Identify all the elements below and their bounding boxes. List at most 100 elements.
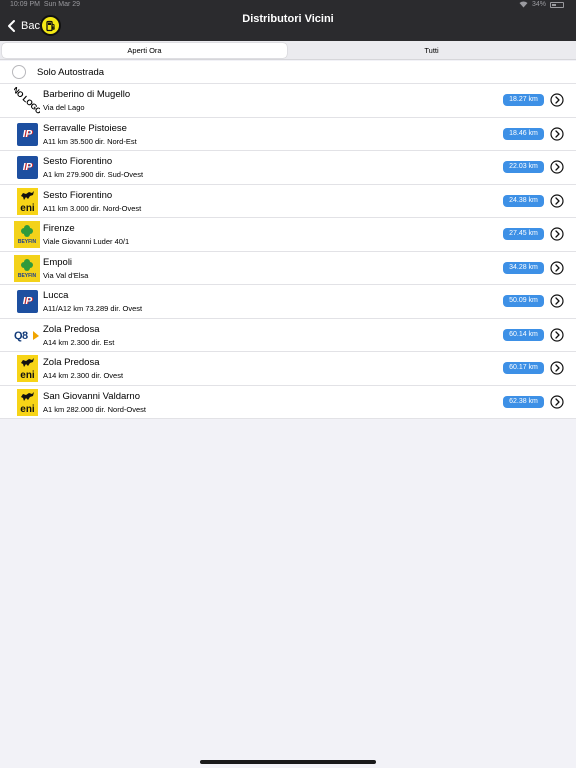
chevron-right-circle-icon[interactable] — [550, 193, 564, 208]
page-title: Distributori Vicini — [242, 13, 334, 25]
station-row[interactable]: BEYFIN Firenze Viale Giovanni Luder 40/1… — [0, 218, 576, 252]
distance-badge: 60.14 km — [503, 328, 544, 341]
station-row[interactable]: BEYFIN Empoli Via Val d'Elsa 34.28 km — [0, 252, 576, 285]
eni-logo-box: eni — [17, 187, 38, 215]
six-legged-dog-icon — [21, 358, 34, 367]
beyfin-logo-text: BEYFIN — [17, 239, 37, 245]
distance-badge: 34.28 km — [503, 261, 544, 274]
distance-badge: 27.45 km — [503, 228, 544, 240]
station-address: Via del Lago — [43, 103, 85, 112]
ip-logo-box: IP — [17, 156, 38, 179]
station-address: A11/A12 km 73.289 dir. Ovest — [43, 304, 143, 313]
station-name: Sesto Fiorentino — [43, 156, 113, 167]
wifi-icon — [519, 1, 528, 8]
segmented-control: Aperti Ora Tutti — [0, 41, 576, 60]
station-row[interactable]: eni San Giovanni Valdarno A1 km 282.000 … — [0, 386, 576, 419]
ip-logo-text: IP — [22, 296, 33, 307]
distance-badge: 18.46 km — [503, 127, 544, 140]
station-row[interactable]: NO LOGO Barberino di Mugello Via del Lag… — [0, 84, 576, 118]
station-row[interactable]: eni Zola Predosa A14 km 2.300 dir. Ovest… — [0, 352, 576, 386]
station-address: A1 km 279.900 dir. Sud-Ovest — [43, 170, 144, 179]
distance-badge: 60.17 km — [503, 362, 544, 374]
brand-logo-nologo: NO LOGO — [14, 87, 40, 114]
brand-logo-beyfin: BEYFIN — [14, 254, 40, 282]
brand-logo-beyfin: BEYFIN — [14, 221, 40, 248]
station-name: Zola Predosa — [43, 357, 100, 368]
station-row[interactable]: eni Sesto Fiorentino A11 km 3.000 dir. N… — [0, 185, 576, 218]
distance-badge: 62.38 km — [503, 395, 544, 408]
chevron-right-circle-icon[interactable] — [550, 260, 564, 275]
no-logo-mark: NO LOGO — [14, 87, 40, 114]
brand-logo-ip: IP — [14, 288, 40, 315]
station-address: Via Val d'Elsa — [43, 270, 89, 280]
chevron-right-circle-icon[interactable] — [550, 160, 564, 174]
brand-logo-eni: eni — [14, 187, 40, 215]
brand-logo-eni: eni — [14, 388, 40, 416]
station-address: A11 km 35.500 dir. Nord-Est — [43, 136, 137, 146]
ip-logo-box: IP — [17, 290, 38, 313]
beyfin-logo-box: BEYFIN — [14, 221, 40, 248]
solo-autostrada-radio[interactable] — [12, 65, 26, 79]
chevron-right-circle-icon[interactable] — [550, 93, 564, 107]
brand-logo-ip: IP — [14, 154, 40, 181]
status-bar: 10:09 PM Sun Mar 29 34% — [0, 0, 576, 10]
filter-row: Solo Autostrada — [0, 61, 576, 84]
ip-logo-box: IP — [17, 122, 38, 146]
beyfin-logo-text: BEYFIN — [17, 272, 37, 279]
status-right: 34% — [519, 1, 564, 8]
distance-badge: 22.03 km — [503, 161, 544, 173]
station-name: Empoli — [43, 256, 73, 268]
chevron-right-circle-icon[interactable] — [550, 227, 564, 241]
station-row[interactable]: Q8 Zola Predosa A14 km 2.300 dir. Est 60… — [0, 319, 576, 352]
navigation-bar: 10:09 PM Sun Mar 29 34% Back Distributor… — [0, 0, 576, 41]
station-address: A1 km 282.000 dir. Nord-Ovest — [43, 404, 146, 414]
tab-tutti[interactable]: Tutti — [289, 43, 574, 58]
station-name: Zola Predosa — [43, 323, 100, 335]
distance-badge: 24.38 km — [503, 194, 544, 207]
beyfin-logo-box: BEYFIN — [14, 254, 40, 282]
status-time: 10:09 PM Sun Mar 29 — [10, 1, 80, 8]
six-legged-dog-icon — [21, 190, 34, 200]
eni-logo-text: eni — [20, 202, 35, 214]
home-indicator[interactable] — [200, 760, 376, 764]
eni-logo-box: eni — [17, 355, 38, 382]
station-name: Barberino di Mugello — [43, 89, 131, 100]
chevron-right-circle-icon[interactable] — [550, 294, 564, 308]
chevron-right-circle-icon[interactable] — [550, 327, 564, 342]
ip-logo-text: IP — [22, 162, 33, 173]
brand-logo-q8: Q8 — [14, 322, 40, 349]
station-name: Serravalle Pistoiese — [43, 122, 127, 134]
q8-logo-text: Q8 — [14, 329, 28, 342]
station-address: Viale Giovanni Luder 40/1 — [43, 237, 130, 246]
clover-icon — [21, 258, 33, 271]
ip-logo-text: IP — [22, 128, 33, 140]
station-list: Solo Autostrada NO LOGO Barberino di Mug… — [0, 61, 576, 419]
six-legged-dog-icon — [21, 391, 34, 401]
station-row[interactable]: IP Serravalle Pistoiese A11 km 35.500 di… — [0, 118, 576, 151]
q8-sail-icon — [33, 330, 39, 340]
eni-logo-box: eni — [17, 388, 38, 416]
station-address: A14 km 2.300 dir. Ovest — [43, 371, 124, 380]
station-name: Firenze — [43, 223, 75, 234]
distance-badge: 50.09 km — [503, 295, 544, 307]
clover-icon — [21, 225, 33, 237]
battery-icon — [550, 1, 564, 8]
filter-label: Solo Autostrada — [37, 66, 105, 78]
station-name: San Giovanni Valdarno — [43, 390, 140, 402]
eni-logo-text: eni — [20, 403, 35, 415]
battery-percent: 34% — [531, 1, 546, 8]
station-row[interactable]: IP Lucca A11/A12 km 73.289 dir. Ovest 50… — [0, 285, 576, 319]
tab-aperti-ora[interactable]: Aperti Ora — [2, 43, 287, 58]
eni-logo-text: eni — [20, 370, 35, 381]
brand-logo-eni: eni — [14, 355, 40, 382]
station-name: Lucca — [43, 290, 69, 301]
status-time-text: 10:09 PM — [10, 1, 40, 8]
status-date-text: Sun Mar 29 — [43, 1, 81, 8]
brand-logo-ip: IP — [14, 121, 40, 148]
chevron-right-circle-icon[interactable] — [550, 394, 564, 409]
chevron-right-circle-icon[interactable] — [550, 126, 564, 141]
station-address: A14 km 2.300 dir. Est — [43, 337, 115, 347]
station-name: Sesto Fiorentino — [43, 189, 113, 201]
station-row[interactable]: IP Sesto Fiorentino A1 km 279.900 dir. S… — [0, 151, 576, 185]
chevron-right-circle-icon[interactable] — [550, 361, 564, 375]
